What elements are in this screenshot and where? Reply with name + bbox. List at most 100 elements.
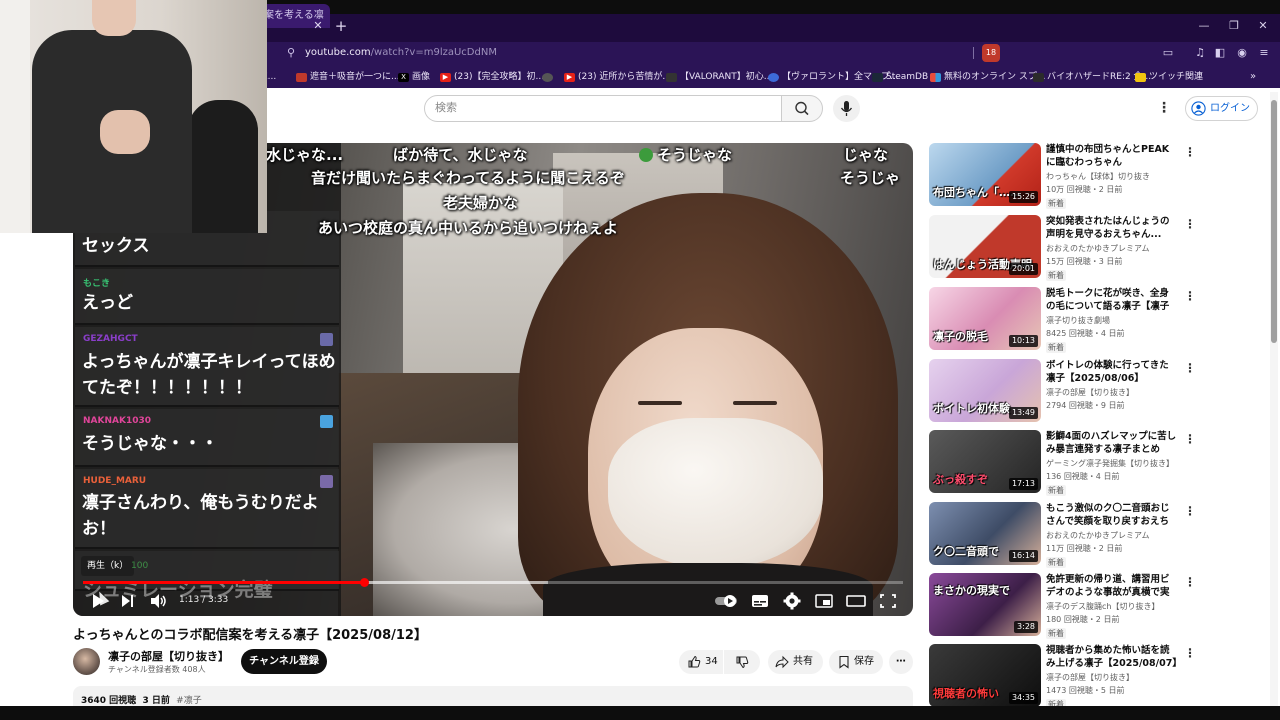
extension-badge-icon[interactable]: 18 <box>982 44 1000 62</box>
subscribe-button[interactable]: チャンネル登録 <box>241 649 327 674</box>
recommendation-menu-icon[interactable]: ⋮ <box>1184 145 1196 159</box>
recommendation-title[interactable]: 謹慎中の布団ちゃんとPEAKに臨むわっちゃん <box>1046 143 1178 169</box>
search-input[interactable]: 検索 <box>424 95 782 122</box>
fullscreen-icon[interactable] <box>877 591 899 611</box>
recommendation-title[interactable]: 脱毛トークに花が咲き、全身の毛について語る凛子【凛子切... <box>1046 287 1178 313</box>
recommendation-menu-icon[interactable]: ⋮ <box>1184 432 1196 446</box>
recommendation-title[interactable]: 突如発表されたはんじょうの声明を見守るおえちゃん... <box>1046 215 1178 241</box>
video-duration: 17:13 <box>1008 478 1038 490</box>
chat-message-text: よっちゃんが凛子キレイってほめてたぞ！！！！！！！ <box>82 352 336 398</box>
recommendation-thumbnail[interactable]: 凛子の脱毛 10:13 <box>929 287 1041 350</box>
webcam-person-neck <box>92 0 136 36</box>
recommendation-menu-icon[interactable]: ⋮ <box>1184 504 1196 518</box>
recommendation-item[interactable]: ぶっ殺すぞ 17:13 影鰤4面のハズレマップに苦しみ暴言連発する凛子まとめ【.… <box>929 430 1199 496</box>
bookmark-3[interactable]: ▶ (23)【完全攻略】初... <box>440 70 544 84</box>
thumbnail-caption: ぶっ殺すぞ <box>933 473 988 486</box>
recommendation-thumbnail[interactable]: 布団ちゃん「…… 15:26 <box>929 143 1041 206</box>
recommendation-thumbnail[interactable]: ぶっ殺すぞ 17:13 <box>929 430 1041 493</box>
video-caption-text: シュミレーション完璧 <box>83 579 273 601</box>
more-actions-icon[interactable]: ⋯ <box>889 650 913 674</box>
recommendation-channel[interactable]: 凛子の部屋【切り抜き】 <box>1046 672 1178 683</box>
page-scrollbar-thumb[interactable] <box>1271 100 1277 343</box>
close-window-icon[interactable]: ✕ <box>1254 18 1272 34</box>
recommendation-channel[interactable]: おおえのたかゆきプレミアム <box>1046 530 1178 541</box>
recommendation-channel[interactable]: 凛子の部屋【切り抜き】 <box>1046 387 1178 398</box>
recommendation-channel[interactable]: わっちゃん【球体】切り抜き <box>1046 171 1178 182</box>
volume-icon[interactable] <box>147 591 169 611</box>
sidebar-icon[interactable]: ◧ <box>1212 45 1228 61</box>
voice-search-button[interactable] <box>833 95 860 122</box>
bookmark-6[interactable]: 【VALORANT】初心... <box>666 70 772 84</box>
recommendation-thumbnail[interactable]: ボイトレ初体験 13:49 <box>929 359 1041 422</box>
url-field[interactable]: youtube.com/watch?v=m9lzaUcDdNM <box>305 46 497 60</box>
theater-mode-icon[interactable] <box>845 591 867 611</box>
recommendation-title[interactable]: 視聴者から集めた怖い話を読み上げる凛子【2025/08/07】 <box>1046 644 1178 670</box>
bookmark-9[interactable]: 無料のオンライン スプ... <box>930 70 1045 84</box>
browser-menu-icon[interactable]: ≡ <box>1256 45 1272 61</box>
recommendation-meta: 15万 回視聴・3 日前 <box>1046 257 1123 266</box>
recommendation-menu-icon[interactable]: ⋮ <box>1184 217 1196 231</box>
restore-icon[interactable]: ❐ <box>1225 18 1243 34</box>
recommendation-menu-icon[interactable]: ⋮ <box>1184 646 1196 660</box>
site-info-icon[interactable]: ⚲ <box>284 46 298 60</box>
recommendation-title[interactable]: ボイトレの体験に行ってきた凛子【2025/08/06】 <box>1046 359 1178 385</box>
bookmark-1[interactable]: 遮音＋吸音が一つに... <box>296 70 400 84</box>
music-icon[interactable]: ♫ <box>1192 45 1208 61</box>
video-frame-eye <box>733 401 777 405</box>
recommendation-title[interactable]: 影鰤4面のハズレマップに苦しみ暴言連発する凛子まとめ【... <box>1046 430 1178 456</box>
recommendation-title[interactable]: 免許更新の帰り道、講習用ビデオのような事故が真横で実際... <box>1046 573 1178 599</box>
recommendation-thumbnail[interactable]: はんじょう活動声明 20:01 <box>929 215 1041 278</box>
video-frame-mask <box>608 418 823 568</box>
hashtag-link[interactable]: #凛子 <box>176 696 202 706</box>
bookmark-11[interactable]: ツイッチ関連 <box>1135 70 1203 84</box>
bookmark-2[interactable]: X 画像 <box>398 70 430 84</box>
like-button[interactable]: 34 <box>679 650 723 674</box>
subtitle-text: そうじゃな <box>657 146 733 164</box>
autoplay-toggle-icon[interactable] <box>713 591 741 611</box>
recommendation-menu-icon[interactable]: ⋮ <box>1184 575 1196 589</box>
recommendation-item[interactable]: はんじょう活動声明 20:01 突如発表されたはんじょうの声明を見守るおえちゃん… <box>929 215 1199 281</box>
bookmark-4[interactable] <box>542 70 553 84</box>
next-icon[interactable] <box>116 591 138 611</box>
bookmark-10[interactable]: バイオハザードRE:2 全... <box>1033 70 1151 84</box>
recommendation-item[interactable]: ク〇二音頭で 16:14 もこう激似のク〇二音頭おじさんで笑顔を取り戻すおえちゃ… <box>929 502 1199 568</box>
recommendation-menu-icon[interactable]: ⋮ <box>1184 289 1196 303</box>
recommendation-channel[interactable]: おおえのたかゆきプレミアム <box>1046 243 1178 254</box>
recommendation-item[interactable]: 凛子の脱毛 10:13 脱毛トークに花が咲き、全身の毛について語る凛子【凛子切.… <box>929 287 1199 353</box>
profile-icon[interactable]: ◉ <box>1234 45 1250 61</box>
cast-icon[interactable]: ▭ <box>1160 45 1176 61</box>
new-tab-icon[interactable]: + <box>334 18 348 34</box>
share-button[interactable]: 共有 <box>768 650 823 674</box>
search-button[interactable] <box>781 95 823 122</box>
like-count: 34 <box>705 656 718 667</box>
channel-avatar[interactable] <box>73 648 100 675</box>
recommendation-menu-icon[interactable]: ⋮ <box>1184 361 1196 375</box>
chat-message-text: そうじゃな・・・ <box>82 434 218 454</box>
tab-close-icon[interactable]: ✕ <box>312 20 324 32</box>
recommendation-item[interactable]: 布団ちゃん「…… 15:26 謹慎中の布団ちゃんとPEAKに臨むわっちゃん わっ… <box>929 143 1199 209</box>
bookmarks-more-icon[interactable]: » <box>1250 70 1256 84</box>
recommendation-thumbnail[interactable]: ク〇二音頭で 16:14 <box>929 502 1041 565</box>
bookmark-5[interactable]: ▶ (23) 近所から苦情が... <box>564 70 671 84</box>
recommendation-channel[interactable]: 凛子のデス腹踊ch【切り抜き】 <box>1046 601 1178 612</box>
progress-scrubber[interactable] <box>360 578 369 587</box>
recommendation-title[interactable]: もこう激似のク〇二音頭おじさんで笑顔を取り戻すおえちゃ... <box>1046 502 1178 528</box>
minimize-icon[interactable]: — <box>1195 18 1213 34</box>
recommendation-item[interactable]: 視聴者の怖い 34:35 視聴者から集めた怖い話を読み上げる凛子【2025/08… <box>929 644 1199 710</box>
recommendation-channel[interactable]: ゲーミング凛子発掘集【切り抜き】 <box>1046 458 1178 469</box>
settings-gear-icon[interactable] <box>781 591 803 611</box>
recommendation-thumbnail[interactable]: まさかの現実で 3:28 <box>929 573 1041 636</box>
channel-name-link[interactable]: 凛子の部屋【切り抜き】 <box>108 648 229 664</box>
recommendation-thumbnail[interactable]: 視聴者の怖い 34:35 <box>929 644 1041 707</box>
recommendation-item[interactable]: ボイトレ初体験 13:49 ボイトレの体験に行ってきた凛子【2025/08/06… <box>929 359 1199 425</box>
save-button[interactable]: 保存 <box>829 650 883 674</box>
miniplayer-icon[interactable] <box>813 591 835 611</box>
video-duration: 10:13 <box>1008 335 1038 347</box>
subtitles-icon[interactable] <box>749 591 771 611</box>
bookmark-8[interactable]: SteamDB <box>872 70 928 84</box>
dislike-button[interactable] <box>724 650 760 674</box>
thumbs-up-icon <box>688 655 701 668</box>
recommendation-channel[interactable]: 凛子切り抜き劇場 <box>1046 315 1178 326</box>
settings-menu-icon[interactable]: ⋮ <box>1157 99 1171 117</box>
recommendation-item[interactable]: まさかの現実で 3:28 免許更新の帰り道、講習用ビデオのような事故が真横で実際… <box>929 573 1199 639</box>
